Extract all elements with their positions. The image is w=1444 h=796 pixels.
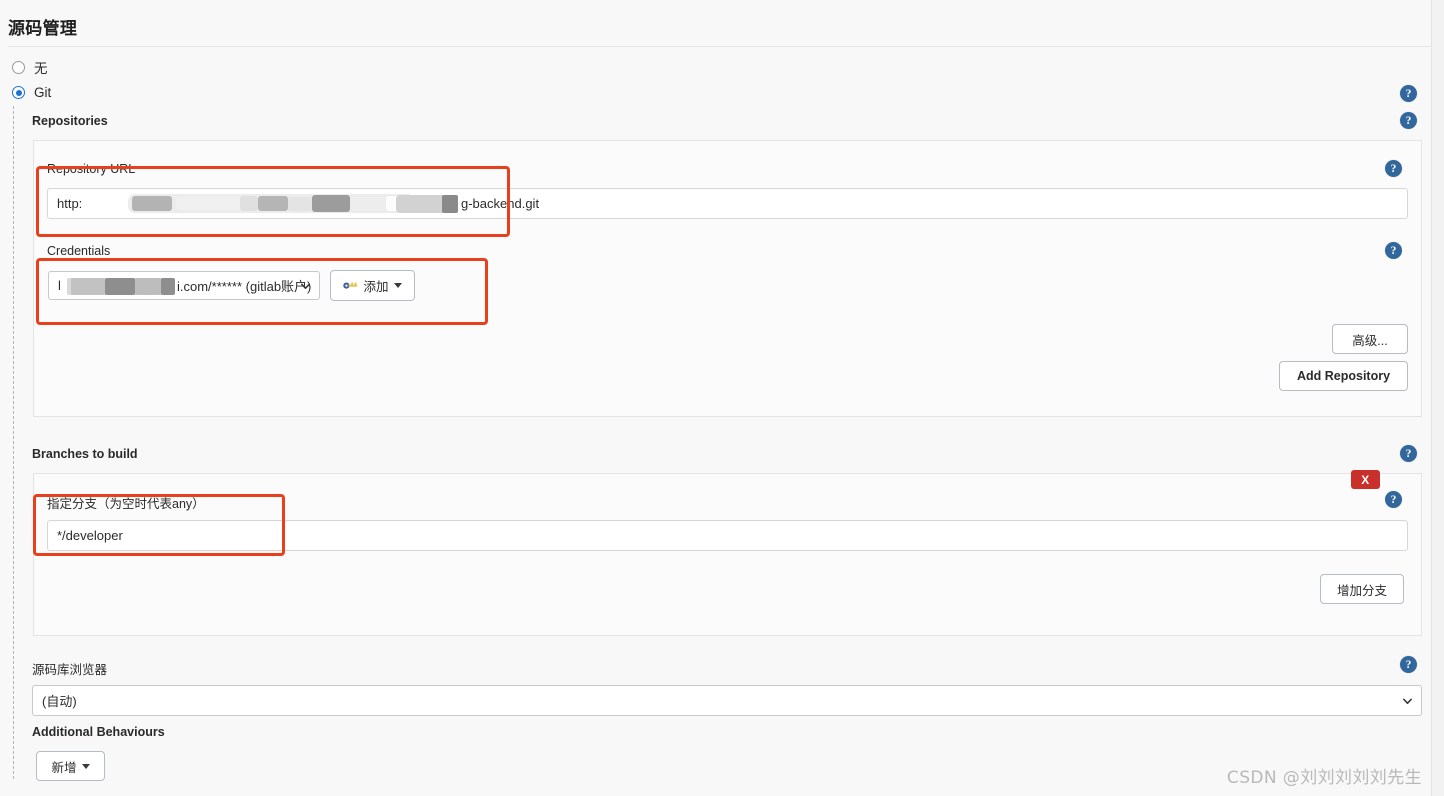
add-branch-label: 增加分支 bbox=[1336, 583, 1387, 598]
help-icon-repository-browser[interactable]: ? bbox=[1400, 656, 1417, 673]
advanced-label: 高级... bbox=[1352, 333, 1388, 348]
repository-url-label: Repository URL bbox=[47, 162, 136, 176]
add-branch-button[interactable]: 增加分支 bbox=[1320, 574, 1404, 604]
scm-option-git-label: Git bbox=[34, 85, 52, 100]
credentials-select[interactable]: l i.com/****** (gitlab账户) bbox=[48, 271, 320, 300]
chevron-down-icon bbox=[81, 763, 90, 769]
scm-option-git[interactable]: Git bbox=[12, 85, 51, 100]
credentials-redaction bbox=[67, 275, 175, 298]
additional-behaviours-label: Additional Behaviours bbox=[32, 725, 165, 739]
add-repository-button[interactable]: Add Repository bbox=[1279, 361, 1408, 391]
page-right-gutter bbox=[1432, 0, 1444, 796]
branches-panel bbox=[33, 473, 1422, 636]
repository-browser-value: (自动) bbox=[42, 694, 77, 709]
branch-specifier-input[interactable]: */developer bbox=[47, 520, 1408, 551]
key-icon bbox=[343, 282, 358, 289]
repository-browser-select[interactable]: (自动) bbox=[32, 685, 1422, 716]
credentials-label: Credentials bbox=[47, 244, 111, 258]
help-icon-repositories[interactable]: ? bbox=[1400, 112, 1417, 129]
radio-git[interactable] bbox=[12, 86, 25, 99]
csdn-watermark: CSDN @刘刘刘刘刘先生 bbox=[1226, 768, 1422, 788]
add-behaviour-label: 新增 bbox=[51, 760, 77, 775]
chevron-down-icon bbox=[301, 283, 310, 289]
repository-url-value-prefix: http: bbox=[57, 196, 83, 211]
advanced-button[interactable]: 高级... bbox=[1332, 324, 1408, 354]
help-icon-repository-url[interactable]: ? bbox=[1385, 160, 1402, 177]
git-block-guide-line bbox=[13, 106, 14, 779]
scm-option-none-label: 无 bbox=[34, 61, 48, 76]
repository-url-input[interactable]: http: g-backend.git bbox=[47, 188, 1408, 219]
title-divider bbox=[8, 46, 1432, 47]
branch-specifier-value: */developer bbox=[57, 528, 123, 543]
chevron-down-icon bbox=[1403, 698, 1412, 704]
add-behaviour-button[interactable]: 新增 bbox=[36, 751, 105, 781]
repository-url-redaction bbox=[128, 191, 422, 217]
add-credentials-label: 添加 bbox=[363, 280, 389, 294]
help-icon-credentials[interactable]: ? bbox=[1385, 242, 1402, 259]
branches-to-build-label: Branches to build bbox=[32, 447, 138, 461]
help-icon-branches[interactable]: ? bbox=[1400, 445, 1417, 462]
repository-url-redaction-tail bbox=[396, 191, 478, 217]
delete-branch-badge[interactable]: X bbox=[1351, 470, 1380, 489]
credentials-value-suffix: i.com/****** (gitlab账户) bbox=[177, 279, 312, 294]
add-repository-label: Add Repository bbox=[1296, 369, 1391, 383]
help-icon-branch-specifier[interactable]: ? bbox=[1385, 491, 1402, 508]
branch-specifier-label: 指定分支（为空时代表any） bbox=[47, 497, 205, 511]
add-credentials-button[interactable]: 添加 bbox=[330, 270, 415, 301]
repository-browser-label: 源码库浏览器 bbox=[32, 663, 108, 677]
chevron-down-icon bbox=[393, 283, 402, 288]
help-icon-git[interactable]: ? bbox=[1400, 85, 1417, 102]
repositories-label: Repositories bbox=[32, 114, 108, 128]
scm-configuration-page: 源码管理 无 Git ? Repositories ? Repository U… bbox=[0, 0, 1444, 796]
page-title: 源码管理 bbox=[8, 19, 78, 38]
credentials-value-prefix: l bbox=[58, 278, 61, 293]
radio-none[interactable] bbox=[12, 60, 25, 74]
page-right-edge-line bbox=[1431, 0, 1432, 796]
scm-option-none[interactable]: 无 bbox=[12, 57, 48, 77]
